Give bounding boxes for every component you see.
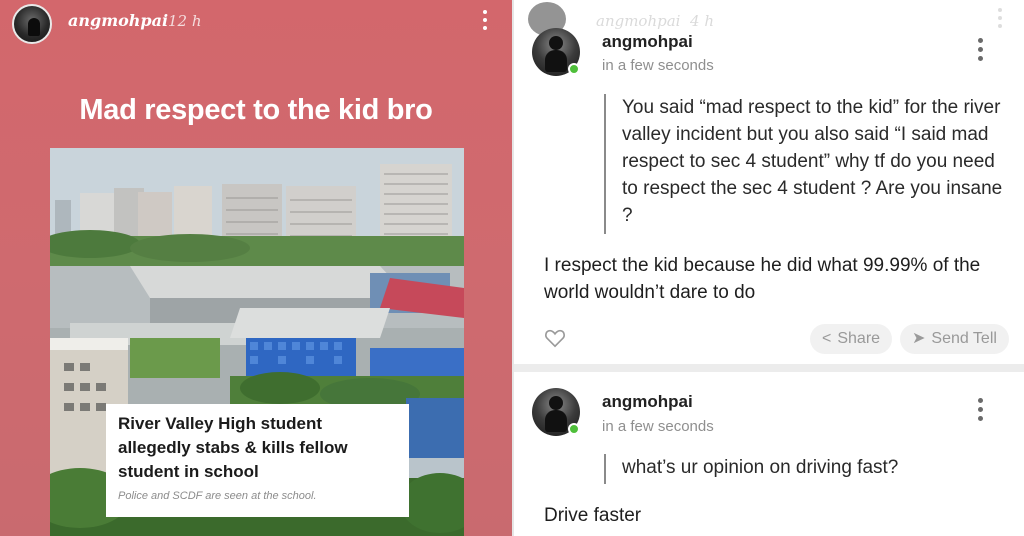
question-text: You said “mad respect to the kid” for th… bbox=[604, 94, 1010, 234]
article-title: River Valley High student allegedly stab… bbox=[118, 414, 348, 481]
post-username[interactable]: angmohpai bbox=[602, 32, 693, 52]
share-label: Share bbox=[837, 330, 881, 347]
tell-post: angmohpai in a few seconds what’s ur opi… bbox=[514, 372, 1024, 536]
story-avatar[interactable] bbox=[12, 4, 52, 44]
news-card[interactable]: River Valley High student allegedly stab… bbox=[50, 148, 464, 536]
online-indicator bbox=[568, 63, 580, 75]
more-vertical-icon[interactable] bbox=[480, 8, 490, 32]
send-tell-button[interactable]: ➤ Send Tell bbox=[900, 324, 1009, 354]
send-tell-label: Send Tell bbox=[931, 330, 997, 347]
question-text: what’s ur opinion on driving fast? bbox=[604, 454, 1010, 484]
article-caption-box: River Valley High student allegedly stab… bbox=[106, 404, 409, 517]
post-username[interactable]: angmohpai bbox=[602, 392, 693, 412]
article-caption: Police and SCDF are seen at the school. bbox=[118, 490, 317, 502]
post-divider bbox=[514, 364, 1024, 372]
story-username[interactable]: angmohpai bbox=[68, 11, 168, 30]
share-button[interactable]: < Share bbox=[810, 324, 893, 354]
answer-text: I respect the kid because he did what 99… bbox=[544, 255, 981, 303]
more-vertical-icon[interactable] bbox=[976, 398, 984, 424]
online-indicator bbox=[568, 423, 580, 435]
share-icon: < bbox=[822, 330, 832, 347]
story-time: 12 h bbox=[168, 12, 202, 30]
heart-icon[interactable] bbox=[544, 328, 566, 348]
story-headline: Mad respect to the kid bro bbox=[79, 94, 433, 126]
post-timestamp: in a few seconds bbox=[602, 418, 714, 435]
story-panel: angmohpai 12 h Mad respect to the kid br… bbox=[0, 0, 512, 536]
answer-text: Drive faster bbox=[544, 505, 642, 526]
send-icon: ➤ bbox=[912, 330, 926, 347]
tells-feed: angmohpai 4 h angmohpai in a few seconds… bbox=[512, 0, 1024, 536]
more-vertical-icon[interactable] bbox=[976, 38, 984, 64]
tell-post: angmohpai in a few seconds You said “mad… bbox=[514, 0, 1024, 362]
post-timestamp: in a few seconds bbox=[602, 57, 714, 74]
